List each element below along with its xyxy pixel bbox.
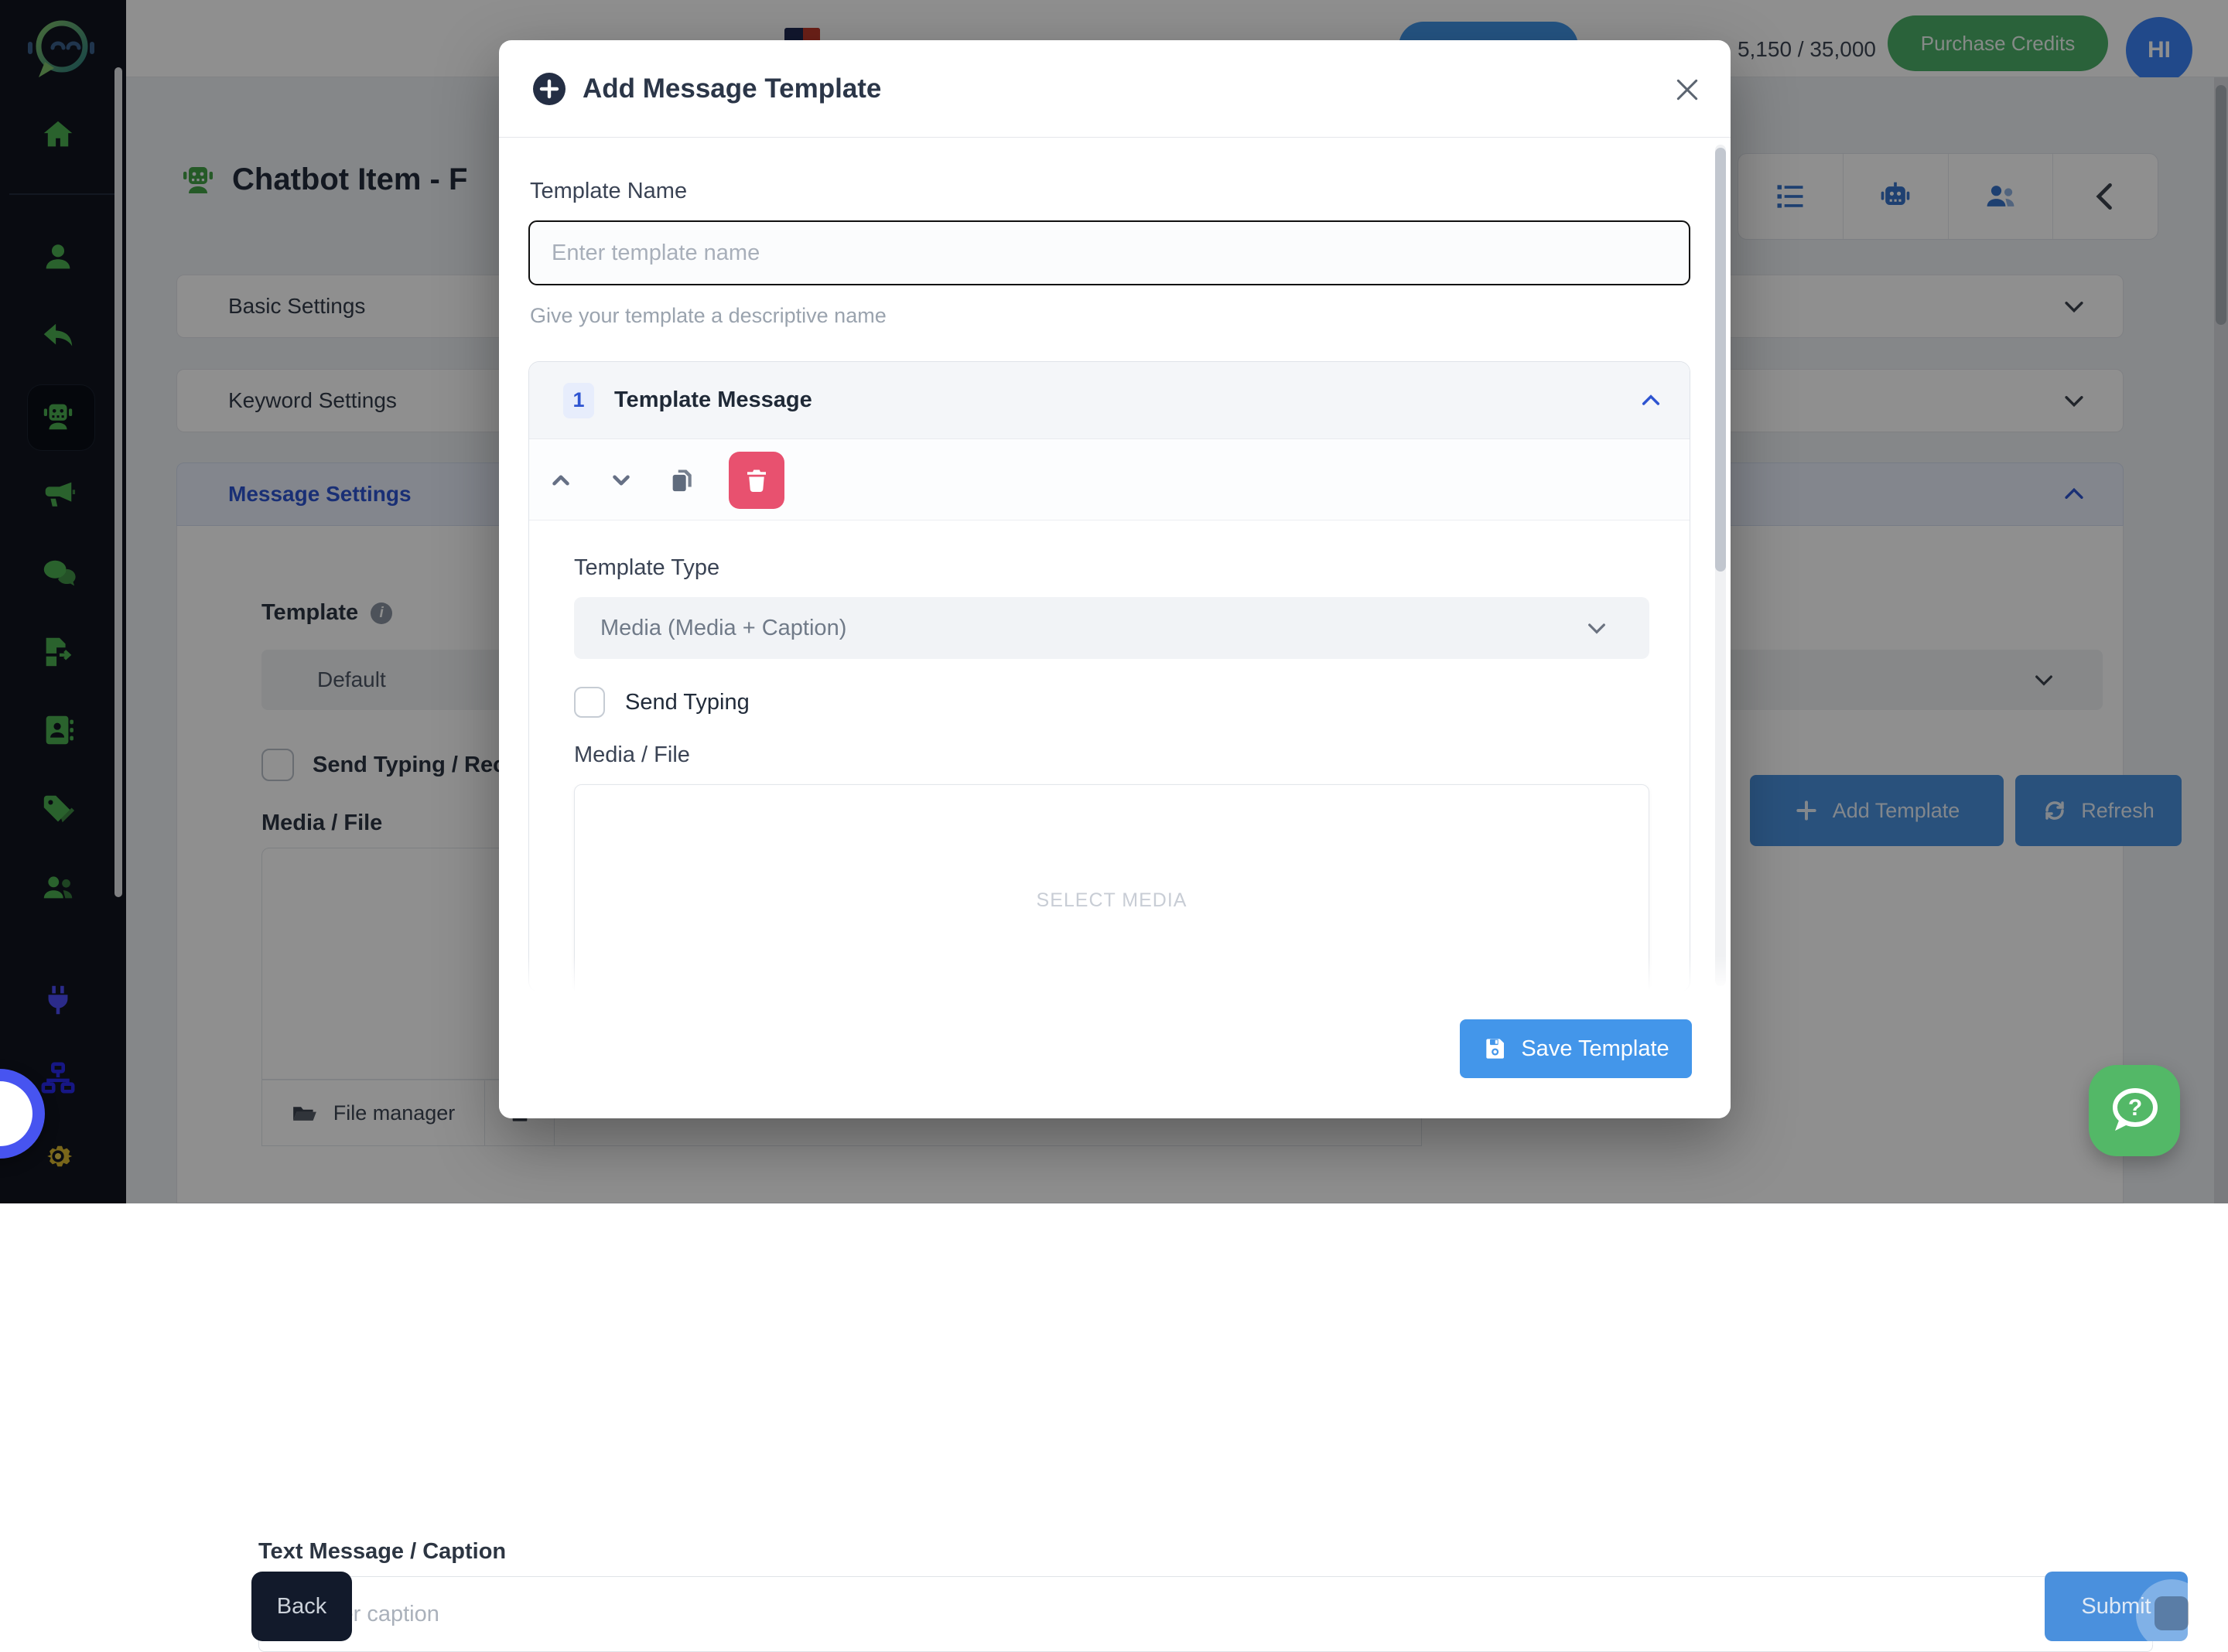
help-chat-button[interactable]: ?	[2089, 1065, 2180, 1156]
save-icon	[1482, 1036, 1507, 1061]
chevron-up-icon	[548, 467, 574, 493]
modal-header: Add Message Template	[499, 40, 1731, 138]
modal-scrollbar[interactable]	[1715, 145, 1726, 986]
template-type-select[interactable]: Media (Media + Caption)	[574, 597, 1649, 659]
save-template-button[interactable]: Save Template	[1460, 1019, 1692, 1078]
close-icon[interactable]	[1672, 74, 1703, 105]
message-toolbar	[529, 440, 1690, 521]
question-bubble-icon: ?	[2107, 1086, 2161, 1135]
add-message-template-modal: Add Message Template Template Name Give …	[499, 40, 1731, 1118]
message-index-badge: 1	[563, 383, 594, 418]
copy-icon	[668, 467, 695, 493]
modal-title: Add Message Template	[583, 73, 881, 104]
back-button[interactable]: Back	[251, 1572, 352, 1641]
template-name-input[interactable]	[528, 220, 1690, 285]
caption-label: Text Message / Caption	[258, 1539, 506, 1565]
send-typing-label: Send Typing	[625, 690, 750, 715]
trash-icon	[743, 466, 771, 494]
template-type-label: Template Type	[574, 555, 719, 581]
template-name-helper: Give your template a descriptive name	[530, 304, 887, 328]
caption-input[interactable]	[258, 1576, 2153, 1652]
delete-message-button[interactable]	[729, 452, 784, 509]
template-message-card-header[interactable]: 1 Template Message	[529, 362, 1690, 439]
template-message-card: 1 Template Message Template Type	[528, 361, 1690, 992]
chevron-down-icon	[608, 467, 634, 493]
send-typing-row: Send Typing	[574, 687, 750, 718]
chevron-down-icon	[1584, 616, 1609, 640]
modal-footer: Save Template	[499, 992, 1731, 1118]
duplicate-button[interactable]	[668, 467, 695, 493]
media-file-label: Media / File	[574, 742, 690, 768]
send-typing-checkbox[interactable]	[574, 687, 605, 718]
chevron-up-icon[interactable]	[1639, 388, 1663, 413]
move-up-button[interactable]	[548, 467, 574, 493]
svg-text:?: ?	[2128, 1095, 2142, 1121]
select-media-placeholder: SELECT MEDIA	[1037, 889, 1187, 912]
template-name-label: Template Name	[530, 179, 687, 204]
template-message-title: Template Message	[614, 387, 812, 413]
modal-body: Template Name Give your template a descr…	[499, 138, 1731, 992]
move-down-button[interactable]	[608, 467, 634, 493]
plus-circle-icon	[531, 71, 567, 107]
widget-ghost-icon	[2136, 1579, 2207, 1650]
